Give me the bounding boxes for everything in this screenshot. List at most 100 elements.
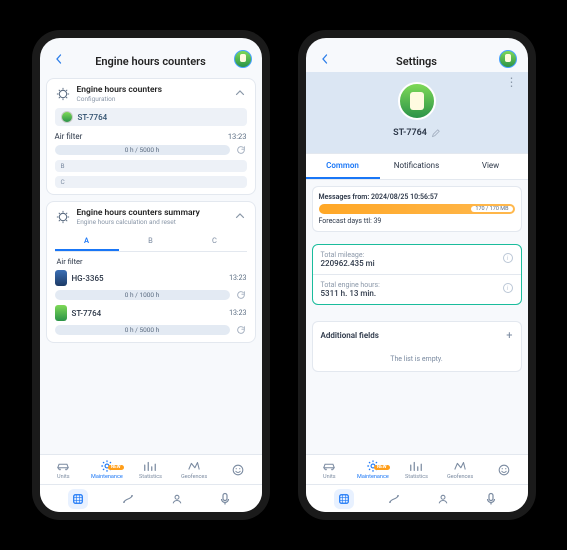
progress-text: 0 h / 5000 h xyxy=(125,326,160,334)
unit-name-row: ST-7764 xyxy=(393,128,440,138)
traffic-row: 170 / 170 MB xyxy=(319,204,515,214)
card-header[interactable]: Engine hours counters summary Engine hou… xyxy=(55,208,247,226)
nav-statistics[interactable]: Statistics xyxy=(131,459,169,480)
nav-maintenance[interactable]: Maintenance NEW xyxy=(354,459,392,480)
messages-card: Messages from: 2024/08/25 10:56:57 170 /… xyxy=(312,186,522,232)
total-mileage-row[interactable]: Total mileage: 220962.435 mi i xyxy=(313,245,521,274)
user-button[interactable] xyxy=(435,491,451,507)
nav-statistics[interactable]: Statistics xyxy=(397,459,435,480)
info-icon[interactable]: i xyxy=(503,283,513,293)
total-mileage-value: 220962.435 mi xyxy=(321,259,375,268)
card-subtitle: Engine hours calculation and reset xyxy=(77,218,229,226)
card-subtitle: Configuration xyxy=(77,95,229,103)
more-menu-button[interactable]: ⋮ xyxy=(506,80,518,84)
totals-box: Total mileage: 220962.435 mi i Total eng… xyxy=(312,244,522,305)
profile-avatar[interactable] xyxy=(499,50,517,68)
car-icon xyxy=(322,459,336,473)
smile-icon xyxy=(497,463,511,477)
summary-unit-1: HG-3365 13:23 0 h / 1000 h xyxy=(55,270,247,301)
counter-chip-b[interactable]: B xyxy=(55,160,247,172)
refresh-button[interactable] xyxy=(235,324,247,336)
header-bar: Settings xyxy=(306,38,528,72)
unit-name: HG-3365 xyxy=(72,274,104,283)
screen: Settings ⋮ ST-7764 Common Notifications … xyxy=(306,38,528,512)
total-mileage-label: Total mileage: xyxy=(321,251,375,259)
geofence-icon xyxy=(453,459,467,473)
unit-name: ST-7764 xyxy=(72,309,102,318)
refresh-button[interactable] xyxy=(235,144,247,156)
info-icon[interactable]: i xyxy=(503,253,513,263)
tab-b[interactable]: B xyxy=(119,232,183,251)
nav-maintenance[interactable]: Maintenance NEW xyxy=(88,459,126,480)
page-title: Settings xyxy=(396,55,437,68)
new-badge: NEW xyxy=(374,465,390,470)
tab-bar: Units Maintenance NEW Statistics Geofenc… xyxy=(40,454,262,484)
vehicle-icon xyxy=(55,270,67,286)
phone-right: Settings ⋮ ST-7764 Common Notifications … xyxy=(298,30,536,520)
progress-bar: 0 h / 1000 h xyxy=(55,290,230,300)
header-bar: Engine hours counters xyxy=(40,38,262,72)
route-button[interactable] xyxy=(386,491,402,507)
refresh-button[interactable] xyxy=(235,289,247,301)
messages-from-label: Messages from: 2024/08/25 10:56:57 xyxy=(319,193,515,201)
tab-view[interactable]: View xyxy=(454,154,528,179)
profile-avatar[interactable] xyxy=(234,50,252,68)
counters-summary-card: Engine hours counters summary Engine hou… xyxy=(46,201,256,343)
nav-units[interactable]: Units xyxy=(44,459,82,480)
map-button[interactable] xyxy=(334,489,354,509)
unit-time: 13:23 xyxy=(229,309,246,317)
unit-name: ST-7764 xyxy=(393,128,427,138)
content: Engine hours counters Configuration ST-7… xyxy=(40,72,262,454)
card-title: Engine hours counters summary xyxy=(77,208,229,218)
vehicle-icon xyxy=(55,305,67,321)
card-title: Engine hours counters xyxy=(77,85,229,95)
tab-notifications[interactable]: Notifications xyxy=(380,154,454,179)
add-field-button[interactable]: + xyxy=(506,329,512,342)
tab-c[interactable]: C xyxy=(183,232,247,251)
filter-time: 13:23 xyxy=(228,132,247,141)
engine-icon xyxy=(55,209,71,225)
secondary-bar xyxy=(306,484,528,512)
progress-text: 0 h / 5000 h xyxy=(125,146,160,154)
empty-label: The list is empty. xyxy=(313,349,521,371)
nav-more[interactable] xyxy=(219,463,257,477)
nav-units[interactable]: Units xyxy=(310,459,348,480)
summary-tabs: A B C xyxy=(55,232,247,252)
progress-bar: 0 h / 5000 h xyxy=(55,145,230,155)
back-button[interactable] xyxy=(50,50,68,68)
total-engine-value: 5311 h. 13 min. xyxy=(321,289,380,298)
unit-time: 13:23 xyxy=(229,274,246,282)
total-engine-label: Total engine hours: xyxy=(321,281,380,289)
selected-unit-chip[interactable]: ST-7764 xyxy=(55,108,247,126)
filter-label: Air filter xyxy=(55,132,83,141)
screen: Engine hours counters Engine hours count… xyxy=(40,38,262,512)
collapse-icon[interactable] xyxy=(235,88,247,100)
phone-left: Engine hours counters Engine hours count… xyxy=(32,30,270,520)
nav-more[interactable] xyxy=(485,463,523,477)
nav-geofences[interactable]: Geofences xyxy=(175,459,213,480)
user-button[interactable] xyxy=(169,491,185,507)
unit-avatar[interactable] xyxy=(398,82,436,120)
counter-chip-c[interactable]: C xyxy=(55,176,247,188)
mic-button[interactable] xyxy=(483,491,499,507)
unit-name: ST-7764 xyxy=(78,113,108,122)
mic-button[interactable] xyxy=(217,491,233,507)
card-header[interactable]: Engine hours counters Configuration xyxy=(55,85,247,103)
tab-common[interactable]: Common xyxy=(306,154,380,179)
filter-row: Air filter 13:23 xyxy=(55,132,247,141)
additional-fields-card: Additional fields + The list is empty. xyxy=(312,321,522,372)
total-engine-row[interactable]: Total engine hours: 5311 h. 13 min. i xyxy=(313,274,521,304)
map-button[interactable] xyxy=(68,489,88,509)
collapse-icon[interactable] xyxy=(235,211,247,223)
forecast-label: Forecast days ttl: 39 xyxy=(319,217,515,225)
additional-title: Additional fields xyxy=(321,331,379,340)
back-button[interactable] xyxy=(316,50,334,68)
nav-geofences[interactable]: Geofences xyxy=(441,459,479,480)
additional-header[interactable]: Additional fields + xyxy=(313,322,521,349)
tab-a[interactable]: A xyxy=(55,232,119,251)
route-button[interactable] xyxy=(120,491,136,507)
edit-icon[interactable] xyxy=(431,129,440,138)
progress-text: 0 h / 1000 h xyxy=(125,291,160,299)
unit-avatar-icon xyxy=(61,111,73,123)
page-title: Engine hours counters xyxy=(95,55,206,68)
